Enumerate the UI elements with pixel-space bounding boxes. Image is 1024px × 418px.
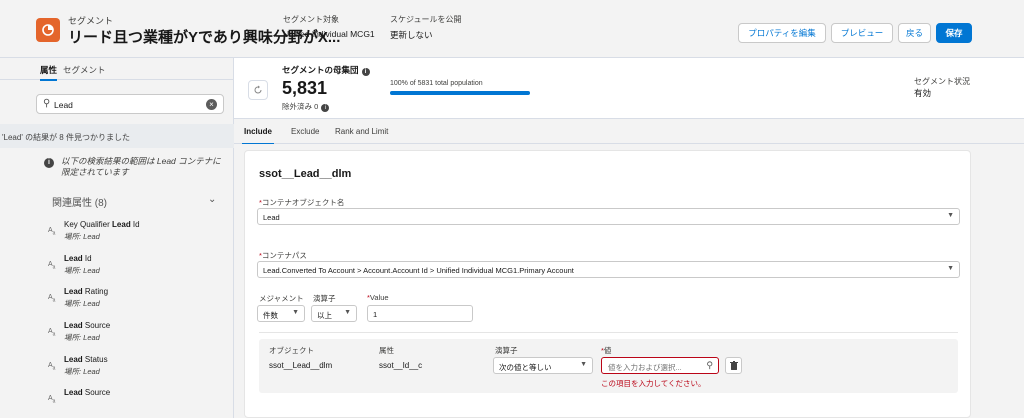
refresh-icon[interactable] xyxy=(248,80,268,100)
measurement-label: メジャメント xyxy=(259,294,304,303)
text-type-icon: Aa xyxy=(48,362,56,372)
search-results-count: 'Lead' の結果が 8 件見つかりました xyxy=(0,124,234,148)
text-type-icon: Aa xyxy=(48,261,56,271)
preview-button[interactable]: プレビュー xyxy=(831,23,893,43)
object-column-header: オブジェクト xyxy=(269,346,314,355)
filter-row: オブジェクト 属性 演算子 *値 ssot__Lead__dlm ssot__I… xyxy=(259,339,958,393)
dropdown-arrow-icon: ▼ xyxy=(344,309,351,316)
value-column-header: *値 xyxy=(601,346,612,355)
left-tabs: 属性 セグメント xyxy=(0,58,234,81)
edit-properties-button[interactable]: プロパティを編集 xyxy=(738,23,826,43)
dropdown-arrow-icon: ▼ xyxy=(580,361,587,368)
tab-rank-and-limit[interactable]: Rank and Limit xyxy=(335,127,388,136)
container-rule-card: ssot__Lead__dlm *コンテナオブジェクト名 Lead ▼ *コンテ… xyxy=(244,150,971,418)
attribute-item[interactable]: Aa Lead Status 場所: Lead xyxy=(48,355,224,383)
operator-column-header: 演算子 xyxy=(495,346,518,355)
attribute-item[interactable]: Aa Lead Source xyxy=(48,388,224,416)
attribute-item[interactable]: Aa Lead Source 場所: Lead xyxy=(48,321,224,349)
segment-icon xyxy=(36,18,60,42)
population-count: 5,831 xyxy=(282,78,328,98)
save-button[interactable]: 保存 xyxy=(936,23,972,43)
segment-status-value: 有効 xyxy=(914,88,932,98)
container-path-select[interactable]: Lead.Converted To Account > Account.Acco… xyxy=(257,261,960,278)
value-input[interactable]: 1 xyxy=(367,305,473,322)
tab-include[interactable]: Include xyxy=(241,127,275,145)
excluded-count: 除外済み 0i xyxy=(282,101,330,112)
population-progress-bar xyxy=(390,91,530,95)
filter-value-input[interactable]: 値を入力および選択... ⚲ xyxy=(601,357,719,374)
segment-population-panel: セグメントの母集団 i 5,831 除外済み 0i 100% of 5831 to… xyxy=(234,58,1024,118)
search-icon: ⚲ xyxy=(43,98,51,109)
filter-operator-select[interactable]: 次の値と等しい ▼ xyxy=(493,357,593,374)
rule-tabs: Include Exclude Rank and Limit xyxy=(234,118,1024,145)
back-button[interactable]: 戻る xyxy=(898,23,931,43)
related-attributes-header[interactable]: 関連属性 (8) xyxy=(52,194,107,209)
chevron-down-icon[interactable]: ⌄ xyxy=(208,194,216,205)
operator-label: 演算子 xyxy=(313,294,336,303)
container-title: ssot__Lead__dlm xyxy=(259,168,352,180)
measurement-select[interactable]: 件数 ▼ xyxy=(257,305,305,322)
population-title: セグメントの母集団 i xyxy=(282,64,370,76)
attribute-item[interactable]: Aa Lead Rating 場所: Lead xyxy=(48,287,224,315)
info-icon: i xyxy=(44,158,54,168)
container-object-select[interactable]: Lead ▼ xyxy=(257,208,960,225)
dropdown-arrow-icon: ▼ xyxy=(292,309,299,316)
text-type-icon: Aa xyxy=(48,294,56,304)
filter-value-error: この項目を入力してください。 xyxy=(601,379,706,388)
population-progress-fill xyxy=(390,91,530,95)
text-type-icon: Aa xyxy=(48,328,56,338)
tab-attributes[interactable]: 属性 xyxy=(40,64,58,81)
operator-select[interactable]: 以上 ▼ xyxy=(311,305,357,322)
attribute-item[interactable]: Aa Lead Id 場所: Lead xyxy=(48,254,224,282)
trash-icon xyxy=(729,361,738,370)
population-percent-label: 100% of 5831 total population xyxy=(390,80,483,87)
dropdown-arrow-icon: ▼ xyxy=(947,265,954,272)
segment-target-field: セグメント対象 Unified Individual MCG1 xyxy=(283,15,375,39)
segment-status-label: セグメント状況 xyxy=(914,77,970,86)
text-type-icon: Aa xyxy=(48,395,56,405)
clear-search-icon[interactable]: × xyxy=(206,99,217,110)
tab-exclude[interactable]: Exclude xyxy=(291,127,319,136)
tab-segments[interactable]: セグメント xyxy=(63,64,106,76)
container-object-label: *コンテナオブジェクト名 xyxy=(259,198,345,207)
publish-schedule-field: スケジュールを公開 更新しない xyxy=(390,15,462,40)
attribute-item[interactable]: Aa Key Qualifier Lead Id 場所: Lead xyxy=(48,220,224,248)
info-icon: i xyxy=(321,104,330,112)
value-label: *Value xyxy=(367,293,389,302)
container-path-label: *コンテナパス xyxy=(259,251,307,260)
filter-object-value: ssot__Lead__dlm xyxy=(269,361,333,370)
attribute-column-header: 属性 xyxy=(379,346,394,355)
filter-attribute-value: ssot__Id__c xyxy=(379,361,423,370)
info-icon: i xyxy=(361,68,370,76)
section-divider xyxy=(259,332,958,333)
text-type-icon: Aa xyxy=(48,227,56,237)
dropdown-arrow-icon: ▼ xyxy=(947,212,954,219)
page-header: セグメント リード且つ業種がYであり興味分野がX... セグメント対象 Unif… xyxy=(0,0,1024,58)
attribute-library-panel: 属性 セグメント ⚲ Lead × 'Lead' の結果が 8 件見つかりました… xyxy=(0,58,234,418)
search-icon: ⚲ xyxy=(706,360,713,370)
delete-filter-button[interactable] xyxy=(725,357,742,374)
search-scope-notice: 以下の検索結果の範囲は Lead コンテナに限定されています xyxy=(61,156,221,177)
attribute-search-input[interactable]: ⚲ Lead × xyxy=(36,94,224,114)
